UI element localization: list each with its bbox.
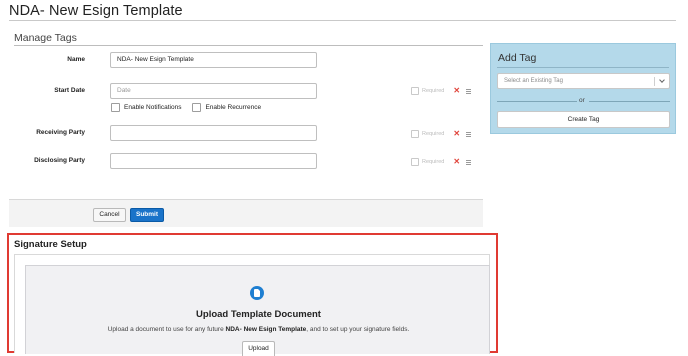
required-controls: Required ✕ xyxy=(411,158,472,166)
list-icon[interactable] xyxy=(466,131,472,137)
upload-description: Upload a document to use for any future … xyxy=(107,326,410,333)
upload-title: Upload Template Document xyxy=(196,309,321,320)
required-checkbox[interactable] xyxy=(411,87,419,95)
select-separator xyxy=(654,77,655,86)
template-name-emphasis: NDA- New Esign Template xyxy=(225,326,307,333)
required-label: Required xyxy=(422,159,445,165)
cancel-button[interactable]: Cancel xyxy=(93,208,126,222)
document-icon xyxy=(250,286,264,300)
name-field[interactable]: NDA- New Esign Template xyxy=(110,52,317,68)
required-controls: Required ✕ xyxy=(411,130,472,138)
enable-recurrence-label: Enable Recurrence xyxy=(205,104,262,111)
list-icon[interactable] xyxy=(466,159,472,165)
existing-tag-select[interactable]: Select an Existing Tag xyxy=(497,73,670,89)
required-label: Required xyxy=(422,131,445,137)
signature-setup-panel: Upload Template Document Upload a docume… xyxy=(14,254,490,356)
form-actions: Cancel Submit xyxy=(9,199,483,227)
start-date-options: Enable Notifications Enable Recurrence xyxy=(111,103,261,112)
enable-notifications-label: Enable Notifications xyxy=(124,104,182,111)
close-icon[interactable]: ✕ xyxy=(453,87,460,95)
field-label: Start Date xyxy=(54,87,85,94)
add-tag-divider xyxy=(497,67,669,68)
close-icon[interactable]: ✕ xyxy=(453,130,460,138)
required-label: Required xyxy=(422,88,445,94)
field-label: Receiving Party xyxy=(36,129,85,136)
add-tag-panel: Add Tag Select an Existing Tag or Create… xyxy=(490,43,676,134)
start-date-field[interactable]: Date xyxy=(110,83,317,99)
or-divider-right xyxy=(589,101,670,102)
existing-tag-placeholder: Select an Existing Tag xyxy=(504,78,563,84)
manage-tags-divider xyxy=(14,45,483,46)
required-checkbox[interactable] xyxy=(411,130,419,138)
required-checkbox[interactable] xyxy=(411,158,419,166)
or-divider-left xyxy=(497,101,577,102)
chevron-down-icon[interactable] xyxy=(659,77,665,83)
signature-setup-section: Signature Setup Upload Template Document… xyxy=(7,233,498,356)
title-divider xyxy=(9,20,676,21)
list-icon[interactable] xyxy=(466,88,472,94)
manage-tags-heading: Manage Tags xyxy=(14,32,77,44)
submit-button[interactable]: Submit xyxy=(130,208,164,222)
receiving-party-field[interactable] xyxy=(110,125,317,141)
page-title: NDA- New Esign Template xyxy=(9,3,183,19)
or-label: or xyxy=(579,97,585,104)
upload-drop-zone[interactable]: Upload Template Document Upload a docume… xyxy=(25,265,490,356)
signature-setup-heading: Signature Setup xyxy=(14,239,87,250)
enable-notifications-checkbox[interactable] xyxy=(111,103,120,112)
add-tag-heading: Add Tag xyxy=(498,52,537,64)
disclosing-party-field[interactable] xyxy=(110,153,317,169)
create-tag-button[interactable]: Create Tag xyxy=(497,111,670,128)
close-icon[interactable]: ✕ xyxy=(453,158,460,166)
field-label: Name xyxy=(67,56,85,63)
enable-recurrence-checkbox[interactable] xyxy=(192,103,202,112)
required-controls: Required ✕ xyxy=(411,87,472,95)
field-label: Disclosing Party xyxy=(34,157,85,164)
